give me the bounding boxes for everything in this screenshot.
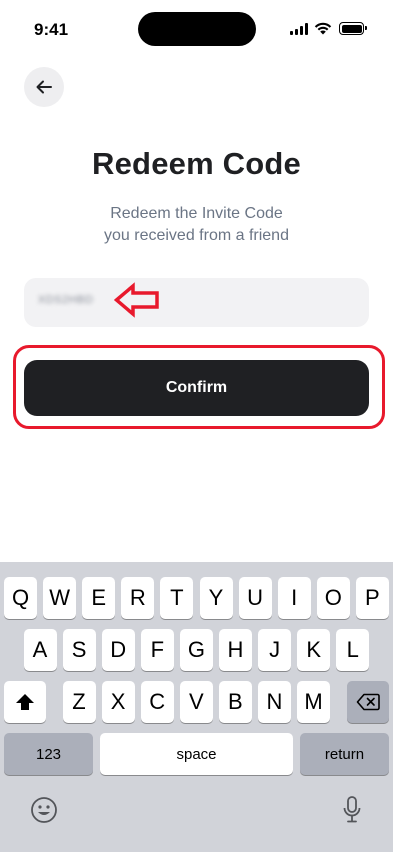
key-o[interactable]: O [316,577,350,619]
delete-icon [356,693,380,711]
key-b[interactable]: B [218,681,252,723]
subtitle-line-1: Redeem the Invite Code [110,205,283,222]
back-button[interactable] [24,67,64,107]
numbers-key[interactable]: 123 [4,733,93,775]
return-key[interactable]: return [300,733,389,775]
key-i[interactable]: I [277,577,311,619]
key-u[interactable]: U [238,577,272,619]
key-r[interactable]: R [121,577,155,619]
shift-icon [16,694,34,710]
key-h[interactable]: H [219,629,252,671]
microphone-icon[interactable] [342,795,362,825]
cellular-signal-icon [290,23,309,35]
key-l[interactable]: L [336,629,370,671]
dynamic-island [138,12,256,46]
key-e[interactable]: E [82,577,116,619]
delete-key[interactable] [347,681,389,723]
key-g[interactable]: G [179,629,213,671]
key-n[interactable]: N [258,681,291,723]
page-title: Redeem Code [92,146,301,181]
ios-keyboard: QWERTYUIOP ASDFGHJKL ZXCVBNM 123 space r… [0,562,393,852]
status-time: 9:41 [34,20,69,39]
key-q[interactable]: Q [4,577,37,619]
invite-code-value: XDS2HBD [38,294,94,306]
key-v[interactable]: V [179,681,213,723]
battery-icon [339,22,367,35]
key-k[interactable]: K [297,629,331,671]
key-w[interactable]: W [43,577,77,619]
key-p[interactable]: P [355,577,389,619]
emoji-icon[interactable] [30,796,58,824]
key-x[interactable]: X [101,681,135,723]
key-f[interactable]: F [140,629,174,671]
page-subtitle: Redeem the Invite Code you received from… [0,203,393,247]
confirm-button[interactable]: Confirm [24,360,369,416]
key-s[interactable]: S [62,629,96,671]
key-c[interactable]: C [140,681,174,723]
key-y[interactable]: Y [199,577,233,619]
status-bar: 9:41 [0,0,393,54]
key-t[interactable]: T [160,577,194,619]
invite-code-input[interactable]: XDS2HBD [24,278,369,327]
key-j[interactable]: J [258,629,292,671]
arrow-left-icon [36,80,52,94]
subtitle-line-2: you received from a friend [104,227,289,244]
key-m[interactable]: M [297,681,331,723]
shift-key[interactable] [4,681,46,723]
key-a[interactable]: A [23,629,57,671]
key-z[interactable]: Z [62,681,96,723]
key-d[interactable]: D [101,629,135,671]
wifi-icon [314,22,332,35]
red-annotation-arrow-icon [114,282,159,318]
space-key[interactable]: space [100,733,293,775]
